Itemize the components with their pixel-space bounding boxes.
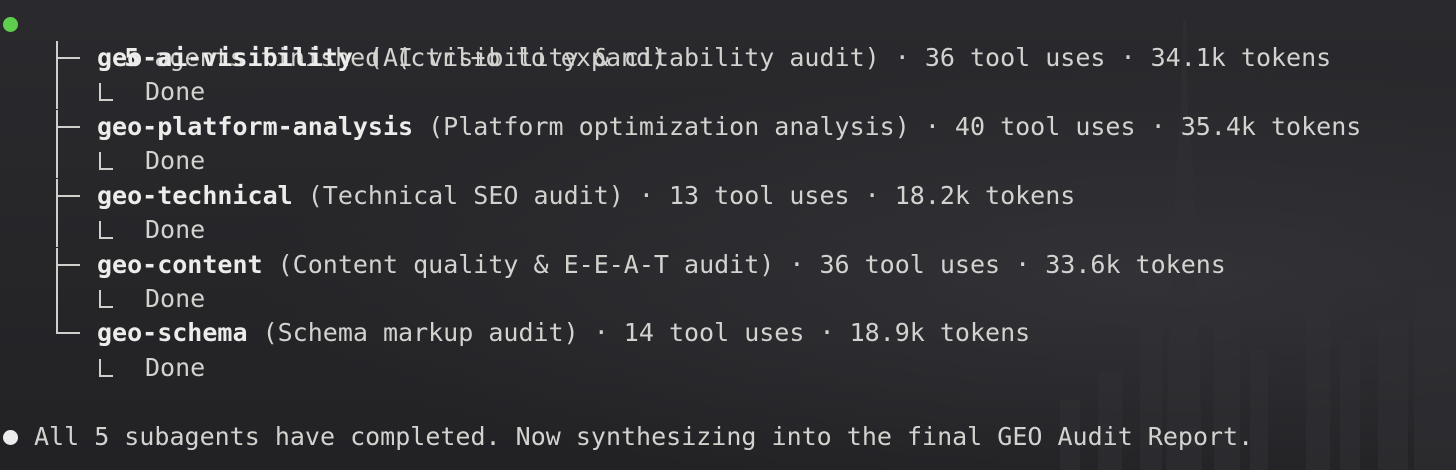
tree-last-branch-icon [56, 316, 80, 350]
agent-detail: (Technical SEO audit) · 13 tool uses · 1… [292, 181, 1076, 210]
agent-detail: (Platform optimization analysis) · 40 to… [413, 112, 1362, 141]
agent-status: Done [145, 284, 206, 313]
assistant-message: All 5 subagents have completed. Now synt… [34, 422, 1254, 451]
status-dot-icon [3, 17, 18, 32]
tree-end-icon [99, 290, 113, 308]
agent-status-row: Done [0, 144, 1456, 178]
tree-line-icon [56, 282, 80, 316]
agent-status-row: Done [0, 75, 1456, 109]
assistant-message-line: All 5 subagents have completed. Now synt… [0, 420, 1456, 454]
agent-status: Done [145, 353, 206, 382]
tree-branch-icon [56, 179, 80, 213]
agent-detail: (AI visibility & citability audit) · 36 … [352, 43, 1332, 72]
tree-end-icon [99, 83, 113, 101]
agent-status: Done [145, 146, 206, 175]
agent-status-row: Done [0, 213, 1456, 247]
message-dot-icon [3, 430, 18, 445]
tree-branch-icon [56, 248, 80, 282]
agent-name: geo-content [97, 250, 263, 279]
tree-branch-icon [56, 41, 80, 75]
agent-row: geo-ai-visibility (AI visibility & citab… [0, 41, 1456, 75]
agent-name: geo-platform-analysis [97, 112, 414, 141]
agent-detail: (Schema markup audit) · 14 tool uses · 1… [247, 318, 1031, 347]
tree-line-icon [56, 213, 80, 247]
agent-row: geo-platform-analysis (Platform optimiza… [0, 110, 1456, 144]
tree-branch-icon [56, 110, 80, 144]
tree-end-icon [99, 152, 113, 170]
agent-name: geo-schema [97, 318, 248, 347]
agent-detail: (Content quality & E-E-A-T audit) · 36 t… [262, 250, 1226, 279]
agent-name: geo-ai-visibility [97, 43, 353, 72]
tree-line-icon [56, 144, 80, 178]
agent-row: geo-technical (Technical SEO audit) · 13… [0, 179, 1456, 213]
agents-finished-line[interactable]: 5 agents finished (ctrl+o to expand) [0, 7, 666, 72]
agent-status-row: Done [0, 351, 1456, 385]
tree-end-icon [99, 359, 113, 377]
agent-name: geo-technical [97, 181, 293, 210]
tree-end-icon [99, 221, 113, 239]
terminal-window: 5 agents finished (ctrl+o to expand) geo… [0, 0, 1456, 470]
tree-line-icon [56, 75, 80, 109]
agent-row: geo-schema (Schema markup audit) · 14 to… [0, 316, 1456, 350]
agent-row: geo-content (Content quality & E-E-A-T a… [0, 248, 1456, 282]
agent-status-row: Done [0, 282, 1456, 316]
agent-status: Done [145, 215, 206, 244]
agent-status: Done [145, 77, 206, 106]
